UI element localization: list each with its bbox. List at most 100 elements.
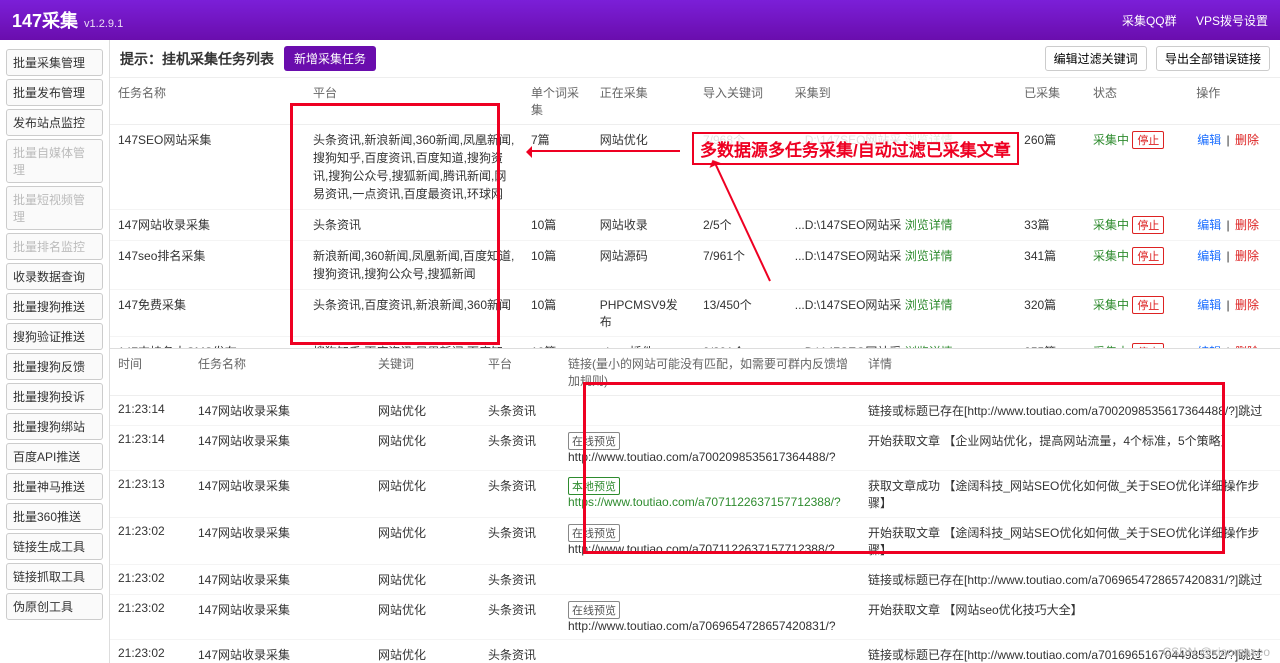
sidebar-item-3[interactable]: 批量自媒体管理 [6,139,103,183]
sidebar-item-17[interactable]: 伪原创工具 [6,593,103,620]
sidebar-item-1[interactable]: 批量发布管理 [6,79,103,106]
sidebar-item-8[interactable]: 搜狗验证推送 [6,323,103,350]
task-imported: 9/391个 [695,337,787,349]
log-panel[interactable]: 时间任务名称关键词平台链接(量小的网站可能没有匹配，如需要可群内反馈增加规则)详… [110,348,1280,663]
edit-link[interactable]: 编辑 [1197,218,1221,232]
task-col-7: 状态 [1085,78,1188,125]
stop-button[interactable]: 停止 [1132,247,1164,265]
task-row[interactable]: 147网站收录采集头条资讯10篇网站收录2/5个...D:\147SEO网站采 … [110,210,1280,241]
task-to: ...D:\147SEO网站采 浏览详情 [787,290,1016,337]
browse-detail-link[interactable]: 浏览详情 [905,218,953,232]
vps-dial-link[interactable]: VPS拨号设置 [1196,14,1268,28]
log-link: 在线预览http://www.toutiao.com/a707112263715… [560,518,860,565]
log-platform: 头条资讯 [480,471,560,518]
preview-tag[interactable]: 在线预览 [568,432,620,450]
log-task: 147网站收录采集 [190,396,370,426]
task-doing: pboot插件 [592,337,695,349]
qq-group-link[interactable]: 采集QQ群 [1122,14,1177,28]
log-table-header: 时间任务名称关键词平台链接(量小的网站可能没有匹配，如需要可群内反馈增加规则)详… [110,349,1280,396]
log-task: 147网站收录采集 [190,426,370,471]
log-table: 时间任务名称关键词平台链接(量小的网站可能没有匹配，如需要可群内反馈增加规则)详… [110,349,1280,663]
log-task: 147网站收录采集 [190,471,370,518]
sidebar-item-9[interactable]: 批量搜狗反馈 [6,353,103,380]
sidebar-item-10[interactable]: 批量搜狗投诉 [6,383,103,410]
log-url[interactable]: http://www.toutiao.com/a7071122637157712… [568,542,835,556]
sidebar-item-12[interactable]: 百度API推送 [6,443,103,470]
task-col-3: 正在采集 [592,78,695,125]
stop-button[interactable]: 停止 [1132,216,1164,234]
log-time: 21:23:02 [110,518,190,565]
preview-tag[interactable]: 本地预览 [568,477,620,495]
log-platform: 头条资讯 [480,595,560,640]
sidebar-item-14[interactable]: 批量360推送 [6,503,103,530]
log-task: 147网站收录采集 [190,565,370,595]
task-perword: 7篇 [523,125,592,210]
delete-link[interactable]: 删除 [1235,249,1259,263]
delete-link[interactable]: 删除 [1235,218,1259,232]
task-to: ...D:\147SEO网站采 浏览详情 [787,210,1016,241]
task-ops: 编辑 | 删除 [1188,241,1280,290]
log-detail: 开始获取文章 【途阔科技_网站SEO优化如何做_关于SEO优化详细操作步骤】 [860,518,1280,565]
task-row[interactable]: 147免费采集头条资讯,百度资讯,新浪新闻,360新闻10篇PHPCMSV9发布… [110,290,1280,337]
sidebar-item-5[interactable]: 批量排名监控 [6,233,103,260]
task-row[interactable]: 147seo排名采集新浪新闻,360新闻,凤凰新闻,百度知道,搜狗资讯,搜狗公众… [110,241,1280,290]
stop-button[interactable]: 停止 [1132,131,1164,149]
task-col-1: 平台 [305,78,523,125]
edit-filter-button[interactable]: 编辑过滤关键词 [1045,46,1147,71]
preview-tag[interactable]: 在线预览 [568,524,620,542]
delete-link[interactable]: 删除 [1235,133,1259,147]
log-platform: 头条资讯 [480,426,560,471]
edit-link[interactable]: 编辑 [1197,298,1221,312]
task-col-8: 操作 [1188,78,1280,125]
task-name: 147支持各大CMS发布 [110,337,305,349]
task-status: 采集中 停止 [1085,125,1188,210]
log-row: 21:23:14147网站收录采集网站优化头条资讯链接或标题已存在[http:/… [110,396,1280,426]
export-errors-button[interactable]: 导出全部错误链接 [1156,46,1270,71]
log-time: 21:23:02 [110,595,190,640]
task-row[interactable]: 147支持各大CMS发布搜狗知乎,百度资讯,凤凰新闻,百度知道,搜狗资讯10篇p… [110,337,1280,349]
task-collected: 341篇 [1016,241,1085,290]
log-detail: 开始获取文章 【企业网站优化，提高网站流量，4个标准，5个策略】 [860,426,1280,471]
add-task-button[interactable]: 新增采集任务 [284,46,376,71]
task-name: 147免费采集 [110,290,305,337]
log-link: 本地预览https://www.toutiao.com/a70711226371… [560,471,860,518]
sidebar-item-7[interactable]: 批量搜狗推送 [6,293,103,320]
log-link: 在线预览http://www.toutiao.com/a706965472865… [560,595,860,640]
task-imported: 7/961个 [695,241,787,290]
sidebar-item-2[interactable]: 发布站点监控 [6,109,103,136]
task-platform: 头条资讯,新浪新闻,360新闻,凤凰新闻,搜狗知乎,百度资讯,百度知道,搜狗资讯… [305,125,523,210]
sidebar-item-4[interactable]: 批量短视频管理 [6,186,103,230]
sidebar-item-0[interactable]: 批量采集管理 [6,49,103,76]
log-url[interactable]: https://www.toutiao.com/a707112263715771… [568,495,841,509]
stop-button[interactable]: 停止 [1132,296,1164,314]
log-url[interactable]: http://www.toutiao.com/a7069654728657420… [568,619,836,633]
delete-link[interactable]: 删除 [1235,298,1259,312]
browse-detail-link[interactable]: 浏览详情 [905,249,953,263]
sidebar-item-11[interactable]: 批量搜狗绑站 [6,413,103,440]
task-ops: 编辑 | 删除 [1188,210,1280,241]
log-col-2: 关键词 [370,349,480,396]
brand: 147采集 v1.2.9.1 [12,7,123,33]
edit-link[interactable]: 编辑 [1197,249,1221,263]
task-doing: PHPCMSV9发布 [592,290,695,337]
sidebar-item-15[interactable]: 链接生成工具 [6,533,103,560]
sidebar-item-6[interactable]: 收录数据查询 [6,263,103,290]
task-table: 任务名称平台单个词采集正在采集导入关键词采集到已采集状态操作 147SEO网站采… [110,78,1280,348]
log-detail: 获取文章成功 【途阔科技_网站SEO优化如何做_关于SEO优化详细操作步骤】 [860,471,1280,518]
log-row: 21:23:14147网站收录采集网站优化头条资讯在线预览http://www.… [110,426,1280,471]
log-row: 21:23:02147网站收录采集网站优化头条资讯链接或标题已存在[http:/… [110,640,1280,663]
task-collected: 320篇 [1016,290,1085,337]
task-ops: 编辑 | 删除 [1188,290,1280,337]
preview-tag[interactable]: 在线预览 [568,601,620,619]
task-table-wrap[interactable]: 任务名称平台单个词采集正在采集导入关键词采集到已采集状态操作 147SEO网站采… [110,78,1280,348]
browse-detail-link[interactable]: 浏览详情 [905,298,953,312]
sidebar-item-16[interactable]: 链接抓取工具 [6,563,103,590]
task-to: ...D:\147SEO网站采 浏览详情 [787,337,1016,349]
task-perword: 10篇 [523,337,592,349]
task-ops: 编辑 | 删除 [1188,337,1280,349]
sidebar-item-13[interactable]: 批量神马推送 [6,473,103,500]
edit-link[interactable]: 编辑 [1197,133,1221,147]
log-link: 在线预览http://www.toutiao.com/a700209853561… [560,426,860,471]
log-url[interactable]: http://www.toutiao.com/a7002098535617364… [568,450,836,464]
log-col-3: 平台 [480,349,560,396]
